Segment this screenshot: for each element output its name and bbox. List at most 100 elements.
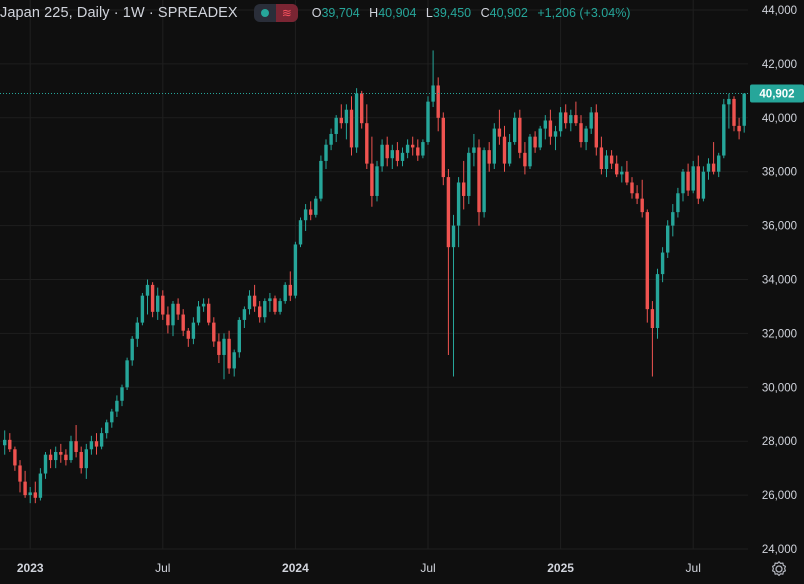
candle-body bbox=[405, 144, 410, 153]
y-tick-label: 44,000 bbox=[762, 5, 797, 17]
candle-body bbox=[502, 136, 507, 164]
candle-body bbox=[543, 120, 547, 129]
x-tick-label: Jul bbox=[420, 561, 435, 575]
candle-body bbox=[64, 454, 68, 461]
y-tick-label: 38,000 bbox=[762, 167, 797, 179]
candle-body bbox=[467, 152, 471, 196]
candle-body bbox=[533, 136, 537, 148]
candle-body bbox=[456, 182, 461, 226]
candle-body bbox=[635, 193, 639, 199]
candle-body bbox=[523, 152, 527, 167]
candle-body bbox=[472, 147, 476, 153]
candle-body bbox=[130, 338, 134, 361]
candle-body bbox=[599, 147, 604, 170]
candle-body bbox=[48, 454, 53, 461]
candle-body bbox=[217, 341, 221, 355]
candle-body bbox=[3, 439, 7, 446]
candle-body bbox=[89, 441, 94, 450]
candle-body bbox=[655, 274, 660, 329]
data-delay-icon[interactable]: ≋ bbox=[275, 4, 298, 22]
candle-body bbox=[579, 123, 583, 143]
candle-body bbox=[701, 171, 706, 199]
candle-body bbox=[360, 93, 364, 124]
candle-body bbox=[411, 144, 415, 148]
open-label: O bbox=[311, 6, 322, 20]
candle-body bbox=[222, 338, 226, 355]
y-tick-label: 26,000 bbox=[762, 490, 797, 502]
candle-body bbox=[298, 220, 303, 245]
candle-body bbox=[492, 128, 496, 164]
candle-body bbox=[584, 128, 588, 143]
candle-body bbox=[319, 160, 323, 199]
y-tick-label: 36,000 bbox=[762, 221, 797, 233]
candle-body bbox=[717, 155, 721, 172]
candle-body bbox=[594, 112, 598, 148]
y-tick-label: 32,000 bbox=[762, 328, 797, 340]
candle-body bbox=[446, 177, 451, 248]
candle-body bbox=[696, 166, 700, 199]
candle-body bbox=[115, 400, 119, 412]
candle-body bbox=[28, 492, 32, 496]
candle-body bbox=[589, 112, 593, 129]
market-open-indicator[interactable] bbox=[254, 4, 276, 22]
candle-body bbox=[13, 449, 17, 466]
high-label: H bbox=[369, 6, 379, 20]
candle-body bbox=[615, 163, 619, 175]
candle-body bbox=[385, 144, 389, 159]
candle-body bbox=[166, 314, 170, 326]
gear-icon[interactable] bbox=[770, 560, 788, 578]
candle-body bbox=[538, 128, 542, 148]
close-label: C bbox=[480, 6, 490, 20]
y-tick-label: 42,000 bbox=[762, 59, 797, 71]
x-tick-label: 2023 bbox=[17, 561, 44, 575]
candle-body bbox=[303, 209, 308, 221]
candle-body bbox=[258, 306, 262, 318]
symbol-title[interactable]: Japan 225, Daily · 1W · SPREADEX bbox=[0, 5, 238, 21]
candle-body bbox=[145, 284, 150, 296]
candle-body bbox=[548, 120, 553, 137]
status-dot-icon bbox=[260, 9, 269, 17]
candle-body bbox=[513, 117, 517, 143]
last-price-tag: 40,902 bbox=[750, 84, 804, 103]
candle-body bbox=[181, 314, 185, 331]
candle-body bbox=[737, 125, 741, 132]
candle-body bbox=[395, 150, 400, 161]
candle-body bbox=[283, 284, 287, 302]
candle-body bbox=[252, 295, 257, 307]
candle-body bbox=[161, 295, 165, 315]
candle-body bbox=[38, 473, 43, 498]
candle-body bbox=[74, 441, 78, 452]
candle-body bbox=[125, 360, 129, 388]
candle-body bbox=[609, 155, 614, 164]
candle-body bbox=[247, 295, 252, 310]
candle-body bbox=[365, 123, 369, 164]
candle-body bbox=[227, 338, 231, 369]
candle-body bbox=[354, 93, 359, 148]
candle-body bbox=[691, 166, 695, 191]
candle-body bbox=[69, 441, 73, 461]
y-tick-label: 24,000 bbox=[762, 544, 797, 556]
x-axis-labels: 2023 Jul 2024 Jul 2025 Jul bbox=[17, 561, 701, 575]
candle-body bbox=[201, 303, 206, 307]
candle-body bbox=[574, 115, 578, 124]
candle-body bbox=[196, 306, 201, 323]
candle-body bbox=[110, 411, 114, 423]
candle-body bbox=[727, 98, 731, 105]
candle-body bbox=[99, 433, 104, 447]
candle-body bbox=[441, 117, 445, 178]
candle-body bbox=[349, 109, 354, 148]
candle-body bbox=[54, 451, 58, 461]
x-tick-label: Jul bbox=[686, 561, 701, 575]
candle-body bbox=[421, 142, 425, 156]
last-price-label: 40,902 bbox=[759, 88, 794, 100]
x-tick-label: 2025 bbox=[547, 561, 574, 575]
candle-body bbox=[569, 115, 573, 124]
candle-body bbox=[564, 112, 568, 124]
candle-body bbox=[18, 465, 22, 482]
y-tick-label: 40,000 bbox=[762, 113, 797, 125]
status-pill[interactable]: ≋ bbox=[253, 4, 298, 22]
candlestick-chart[interactable]: 24,000 26,000 28,000 30,000 32,000 34,000 36,0… bbox=[0, 0, 804, 584]
candle-body bbox=[140, 295, 145, 323]
candle-body bbox=[558, 112, 563, 132]
candle-body bbox=[232, 352, 236, 369]
